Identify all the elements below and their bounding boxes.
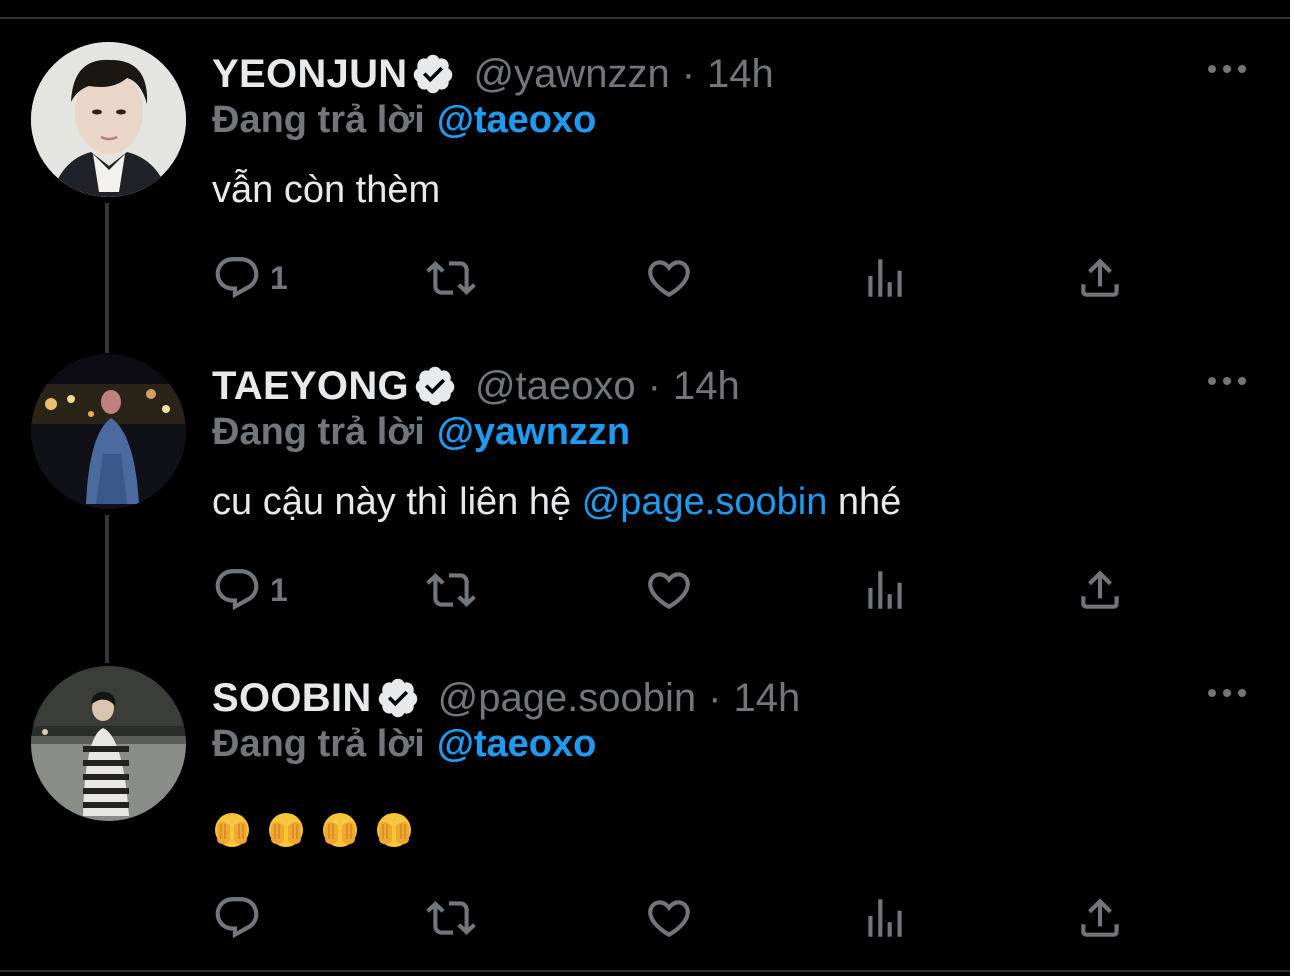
retweet-icon (426, 901, 476, 935)
views-button[interactable] (860, 893, 910, 943)
reply-icon (215, 897, 259, 939)
replying-to: Đang trả lời @taeoxo (212, 719, 596, 769)
top-divider (0, 0, 1290, 19)
tweet-header: SOOBIN @page.soobin · 14h (212, 673, 800, 723)
heart-icon (648, 260, 690, 298)
replying-to-handle[interactable]: @yawnzzn (437, 411, 630, 453)
retweet-button[interactable] (426, 565, 476, 615)
bar-chart-icon (868, 899, 902, 937)
replying-to: Đang trả lời @taeoxo (212, 95, 596, 145)
display-name[interactable]: SOOBIN (212, 673, 372, 723)
tweet-header: TAEYONG @taeoxo · 14h (212, 361, 740, 411)
bar-chart-icon (868, 571, 902, 609)
separator-dot: · (681, 52, 696, 96)
reply-button[interactable]: 1 (212, 565, 288, 615)
reply-icon (215, 569, 259, 611)
tweet-text: vẫn còn thèm (212, 169, 441, 211)
timestamp[interactable]: 14h (734, 673, 801, 723)
timestamp[interactable]: 14h (707, 49, 774, 99)
replying-to-handle[interactable]: @taeoxo (437, 723, 597, 765)
more-icon[interactable] (1205, 61, 1249, 77)
avatar-image (31, 666, 186, 821)
separator-dot: · (647, 364, 661, 408)
share-icon (1081, 258, 1119, 297)
face-with-peeking-eye-emoji (320, 809, 360, 849)
heart-icon (648, 900, 690, 938)
username[interactable]: @yawnzzn (473, 49, 669, 99)
tweet-emojis (212, 809, 414, 849)
tweet[interactable]: TAEYONG @taeoxo · 14h Đang trả lời @yawnz… (0, 354, 1290, 639)
reply-button[interactable] (212, 893, 270, 943)
replying-to: Đang trả lời @yawnzzn (212, 407, 630, 457)
share-button[interactable] (1075, 893, 1125, 943)
action-bar: 1 (212, 565, 1132, 615)
retweet-icon (426, 573, 476, 607)
avatar-image (31, 42, 186, 197)
face-with-peeking-eye-emoji (266, 809, 306, 849)
bar-chart-icon (868, 259, 902, 297)
retweet-button[interactable] (426, 253, 476, 303)
tweet[interactable]: YEONJUN @yawnzzn · 14h Đang trả lời @taeo… (0, 42, 1290, 327)
timestamp[interactable]: 14h (673, 361, 740, 411)
more-icon[interactable] (1205, 685, 1249, 701)
tweet-text-part: nhé (827, 481, 902, 523)
display-name[interactable]: YEONJUN (212, 49, 407, 99)
tweet-text: cu cậu này thì liên hệ @page.soobin nhé (212, 477, 901, 527)
avatar[interactable] (31, 666, 186, 821)
display-name[interactable]: TAEYONG (212, 361, 409, 411)
share-icon (1081, 898, 1119, 937)
share-button[interactable] (1075, 565, 1125, 615)
share-icon (1081, 570, 1119, 609)
tweet-text-part: cu cậu này thì liên hệ (212, 481, 582, 523)
avatar[interactable] (31, 354, 186, 509)
tweet[interactable]: SOOBIN @page.soobin · 14h Đang trả lời @t… (0, 666, 1290, 951)
retweet-icon (426, 261, 476, 295)
avatar[interactable] (31, 42, 186, 197)
action-bar (212, 893, 1132, 943)
more-icon[interactable] (1205, 373, 1249, 389)
replying-to-handle[interactable]: @taeoxo (437, 99, 597, 141)
replying-to-label: Đang trả lời (212, 411, 425, 453)
action-bar: 1 (212, 253, 1132, 303)
views-button[interactable] (860, 253, 910, 303)
username[interactable]: @page.soobin (438, 673, 697, 723)
reply-button[interactable]: 1 (212, 253, 288, 303)
username[interactable]: @taeoxo (475, 361, 636, 411)
mention-link[interactable]: @page.soobin (582, 481, 828, 523)
like-button[interactable] (644, 893, 694, 943)
verified-badge-icon (413, 364, 457, 408)
reply-count: 1 (270, 571, 288, 608)
heart-icon (648, 572, 690, 610)
replying-to-label: Đang trả lời (212, 99, 425, 141)
verified-badge-icon (376, 676, 420, 720)
tweet-header: YEONJUN @yawnzzn · 14h (212, 49, 774, 99)
avatar-image (31, 354, 186, 509)
like-button[interactable] (644, 253, 694, 303)
share-button[interactable] (1075, 253, 1125, 303)
views-button[interactable] (860, 565, 910, 615)
like-button[interactable] (644, 565, 694, 615)
retweet-button[interactable] (426, 893, 476, 943)
replying-to-label: Đang trả lời (212, 723, 425, 765)
face-with-peeking-eye-emoji (374, 809, 414, 849)
separator-dot: · (708, 676, 722, 720)
verified-badge-icon (411, 52, 455, 96)
face-with-peeking-eye-emoji (212, 809, 252, 849)
reply-icon (215, 257, 259, 299)
bottom-divider (0, 970, 1290, 976)
reply-count: 1 (270, 259, 288, 296)
